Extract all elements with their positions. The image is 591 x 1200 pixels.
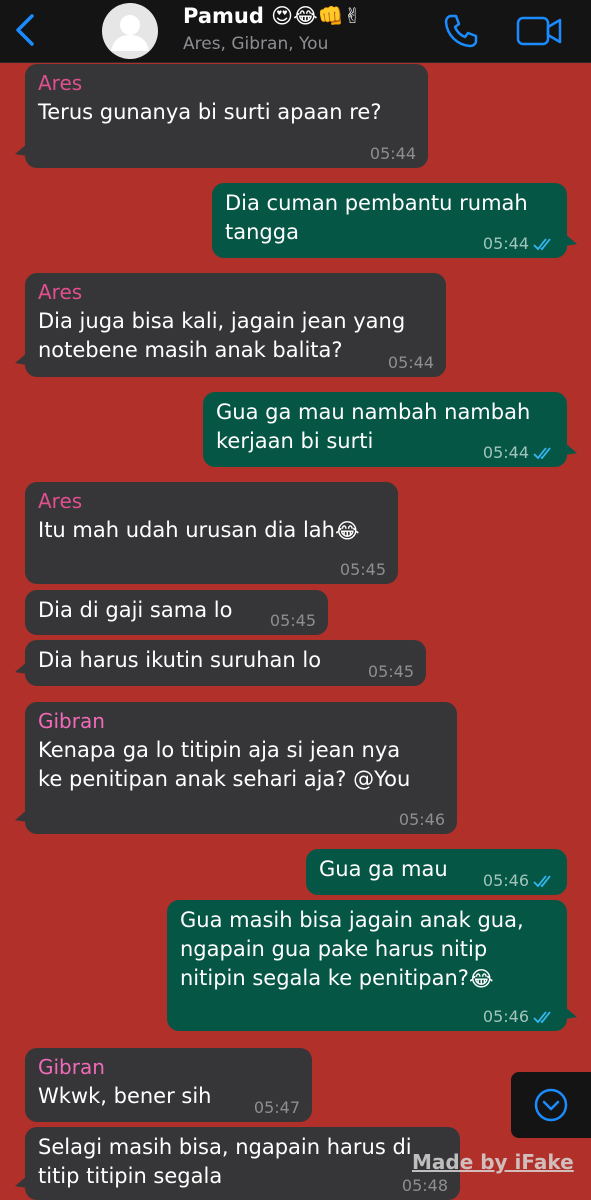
message-meta: 05:44 — [483, 443, 555, 462]
message-time: 05:46 — [482, 1007, 529, 1026]
outgoing-message[interactable]: Gua ga mau nambah nambah kerjaan bi surt… — [203, 392, 567, 467]
message-text: Dia harus ikutin suruhan lo — [38, 648, 322, 672]
incoming-message[interactable]: Dia di gaji sama lo 05:45 — [25, 590, 328, 635]
message-time: 05:44 — [369, 144, 416, 163]
message-meta: 05:47 — [254, 1098, 300, 1117]
message-meta: 05:45 — [340, 560, 386, 579]
scroll-to-bottom-button[interactable] — [511, 1072, 591, 1138]
message-time: 05:44 — [482, 234, 529, 253]
message-meta: 05:46 — [483, 871, 555, 890]
outgoing-message[interactable]: Gua masih bisa jagain anak gua, ngapain … — [167, 900, 567, 1031]
sender-name: Ares — [38, 71, 83, 95]
message-meta: 05:46 — [399, 810, 445, 829]
incoming-message[interactable]: Dia harus ikutin suruhan lo 05:45 — [25, 640, 426, 686]
outgoing-message[interactable]: Gua ga mau 05:46 — [306, 849, 567, 895]
message-time: 05:45 — [339, 560, 386, 579]
message-text: Selagi masih bisa, ngapain harus di titi… — [38, 1135, 412, 1188]
chevron-left-icon[interactable] — [10, 10, 42, 50]
message-time: 05:48 — [401, 1176, 448, 1195]
incoming-message[interactable]: Ares Itu mah udah urusan dia lah😂 05:45 — [25, 482, 398, 584]
sender-name: Ares — [38, 280, 83, 304]
incoming-message[interactable]: Gibran Kenapa ga lo titipin aja si jean … — [25, 702, 457, 834]
message-meta: 05:45 — [368, 662, 414, 681]
message-text: Gua masih bisa jagain anak gua, ngapain … — [180, 906, 553, 994]
message-meta: 05:44 — [370, 144, 416, 163]
chat-members[interactable]: Ares, Gibran, You — [183, 34, 328, 54]
message-time: 05:44 — [482, 443, 529, 462]
message-time: 05:46 — [482, 871, 529, 890]
chevron-down-circle-icon — [534, 1088, 568, 1122]
message-text: Itu mah udah urusan dia lah😂 — [38, 516, 384, 546]
sender-name: Gibran — [38, 1055, 105, 1079]
message-time: 05:46 — [398, 810, 445, 829]
sender-name: Ares — [38, 489, 83, 513]
read-ticks-icon — [533, 237, 551, 250]
read-ticks-icon — [533, 1010, 551, 1023]
video-camera-icon[interactable] — [516, 14, 562, 48]
message-time: 05:45 — [367, 662, 414, 681]
laughing-emoji: 😂 — [468, 966, 494, 991]
watermark: Made by iFake — [412, 1150, 574, 1174]
message-meta: 05:44 — [483, 234, 555, 253]
chat-header: Pamud 😍😂👊✌ Ares, Gibran, You — [0, 0, 591, 63]
message-meta: 05:45 — [270, 611, 316, 630]
sender-name: Gibran — [38, 709, 105, 733]
chat-title[interactable]: Pamud 😍😂👊✌ — [183, 4, 361, 29]
incoming-message[interactable]: Ares Dia juga bisa kali, jagain jean yan… — [25, 273, 446, 377]
message-text: Kenapa ga lo titipin aja si jean nya ke … — [38, 738, 411, 791]
message-text: Dia juga bisa kali, jagain jean yang not… — [38, 309, 406, 362]
phone-icon[interactable] — [442, 12, 480, 50]
incoming-message[interactable]: Selagi masih bisa, ngapain harus di titi… — [25, 1127, 460, 1200]
default-avatar-icon — [111, 15, 149, 51]
message-text-body: Itu mah udah urusan dia lah — [38, 518, 335, 542]
message-text: Terus gunanya bi surti apaan re? — [38, 100, 382, 124]
read-ticks-icon — [533, 874, 551, 887]
message-meta: 05:46 — [483, 1007, 555, 1026]
incoming-message[interactable]: Gibran Wkwk, bener sih 05:47 — [25, 1048, 312, 1122]
message-time: 05:47 — [253, 1098, 300, 1117]
message-time: 05:44 — [387, 353, 434, 372]
message-meta: 05:44 — [388, 353, 434, 372]
message-time: 05:45 — [269, 611, 316, 630]
message-meta: 05:48 — [402, 1176, 448, 1195]
outgoing-message[interactable]: Dia cuman pembantu rumah tangga 05:44 — [212, 183, 567, 258]
read-ticks-icon — [533, 446, 551, 459]
incoming-message[interactable]: Ares Terus gunanya bi surti apaan re? 05… — [25, 64, 428, 168]
laughing-emoji: 😂 — [334, 518, 360, 543]
group-avatar[interactable] — [102, 3, 158, 59]
